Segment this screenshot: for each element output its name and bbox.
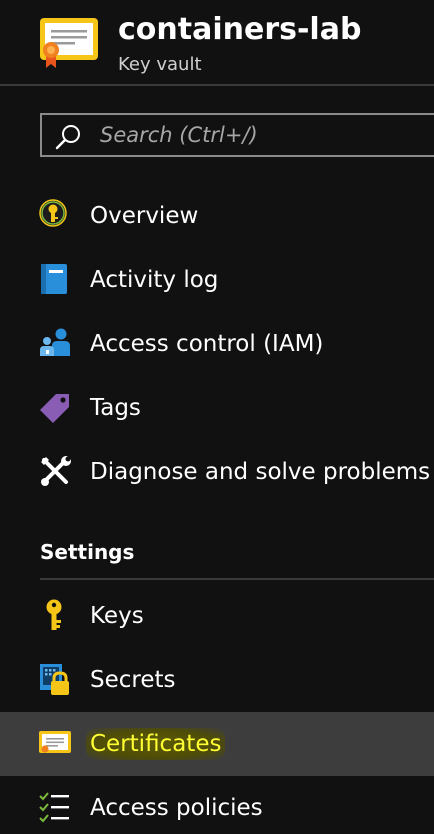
- nav-item-tags[interactable]: Tags: [0, 376, 434, 440]
- key-vault-blade: containers-lab Key vault Overview Activi…: [0, 0, 434, 834]
- nav-label: Diagnose and solve problems: [90, 459, 431, 485]
- search-box[interactable]: [40, 113, 434, 157]
- nav-label: Certificates: [86, 728, 226, 760]
- nav-label: Access control (IAM): [90, 331, 324, 357]
- search-icon: [55, 125, 80, 150]
- wrench-icon: [41, 456, 71, 486]
- nav-label: Secrets: [90, 667, 176, 693]
- iam-icon: [40, 328, 70, 356]
- nav-item-access-policies[interactable]: Access policies: [0, 776, 434, 834]
- blade-header: containers-lab Key vault: [0, 0, 434, 86]
- certificate-icon: [39, 731, 71, 753]
- key-icon: [46, 599, 62, 630]
- nav-label: Keys: [90, 603, 144, 629]
- nav-item-access-control[interactable]: Access control (IAM): [0, 312, 434, 376]
- checklist-icon: [39, 792, 69, 823]
- nav-item-keys[interactable]: Keys: [0, 584, 434, 648]
- page-subtitle: Key vault: [118, 54, 202, 75]
- nav-item-overview[interactable]: Overview: [0, 184, 434, 248]
- search-input[interactable]: [100, 119, 420, 151]
- keyvault-icon: [39, 199, 67, 227]
- nav-item-certificates[interactable]: Certificates: [0, 712, 434, 776]
- nav-label: Access policies: [90, 795, 263, 821]
- nav-item-diagnose[interactable]: Diagnose and solve problems: [0, 440, 434, 504]
- nav-item-secrets[interactable]: Secrets: [0, 648, 434, 712]
- nav-item-activity-log[interactable]: Activity log: [0, 248, 434, 312]
- secret-lock-icon: [40, 664, 69, 695]
- nav-label: Overview: [90, 203, 199, 229]
- nav-label: Activity log: [90, 267, 219, 293]
- tag-icon: [40, 394, 69, 423]
- page-title: containers-lab: [118, 12, 362, 47]
- section-divider: [40, 578, 434, 580]
- certificate-icon: [40, 18, 98, 68]
- nav-label: Tags: [90, 395, 141, 421]
- activity-log-icon: [41, 264, 67, 294]
- section-header-settings: Settings: [40, 540, 135, 564]
